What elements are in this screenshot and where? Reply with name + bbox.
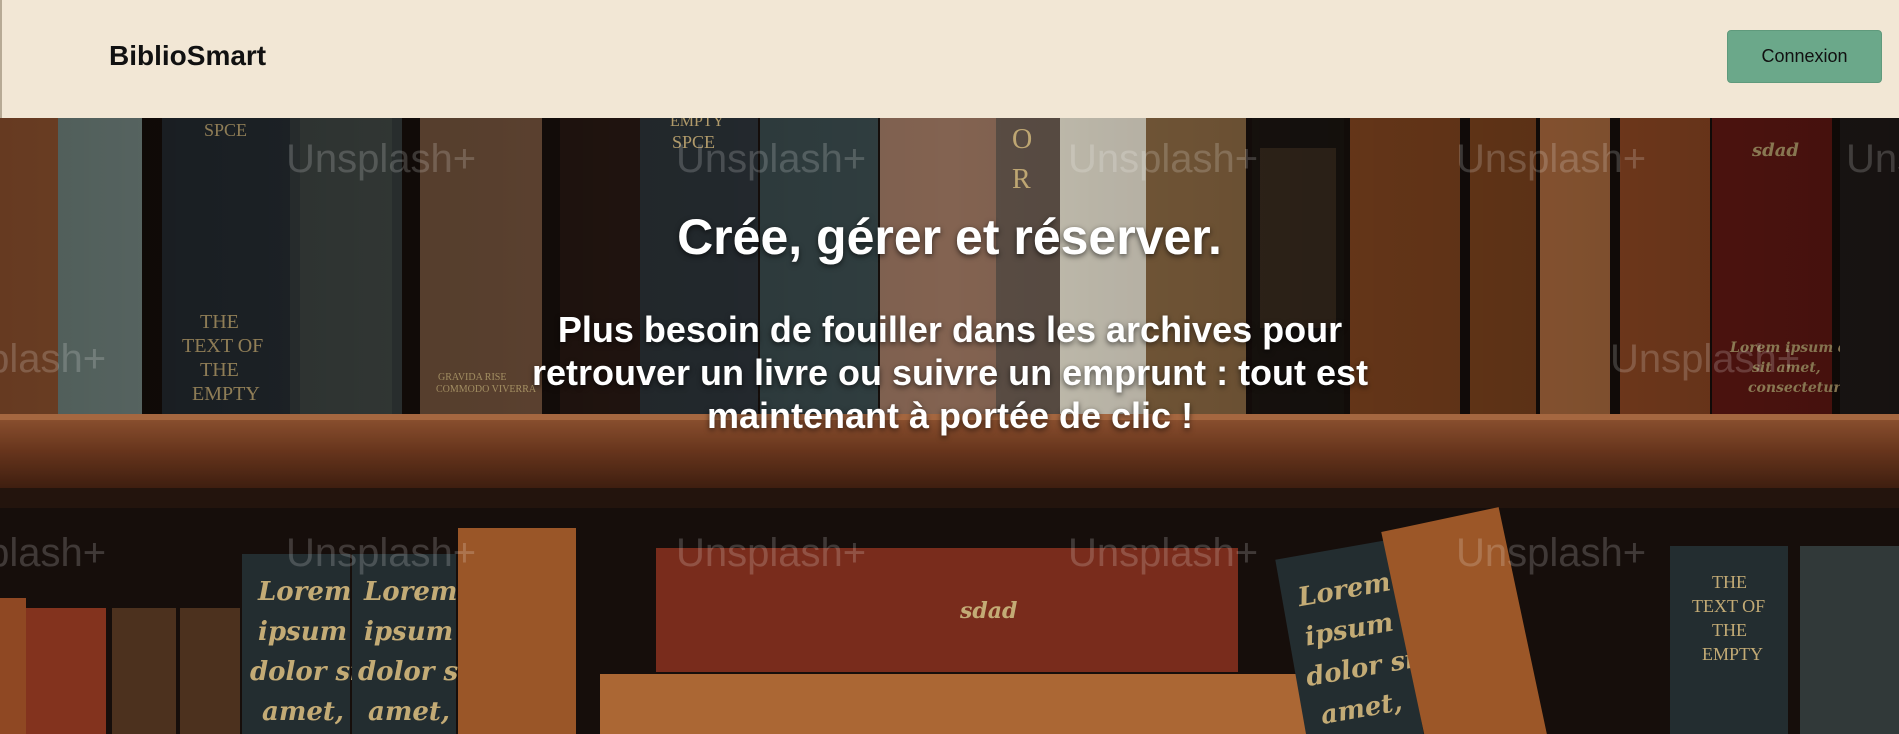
top-navbar: BiblioSmart Connexion bbox=[0, 0, 1899, 118]
svg-text:Unsplash+: Unsplash+ bbox=[1456, 531, 1646, 575]
hero-section: SPCE THE TEXT OF THE EMPTY GRAVIDA RISE … bbox=[0, 118, 1899, 734]
brand-logo[interactable]: BiblioSmart bbox=[109, 40, 266, 72]
hero-title: Crée, gérer et réserver. bbox=[677, 209, 1222, 265]
svg-text:Unsplash+: Unsplash+ bbox=[1456, 137, 1646, 181]
svg-text:Unsplash+: Unsplash+ bbox=[1846, 137, 1899, 181]
login-button[interactable]: Connexion bbox=[1727, 30, 1882, 83]
svg-text:Unsplash+: Unsplash+ bbox=[0, 337, 106, 381]
svg-text:Unsplash+: Unsplash+ bbox=[0, 531, 106, 575]
svg-text:Unsplash+: Unsplash+ bbox=[676, 531, 866, 575]
svg-text:Unsplash+: Unsplash+ bbox=[1610, 337, 1800, 381]
hero-subtitle: Plus besoin de fouiller dans les archive… bbox=[531, 309, 1369, 436]
svg-text:Unsplash+: Unsplash+ bbox=[1068, 137, 1258, 181]
svg-text:Unsplash+: Unsplash+ bbox=[286, 531, 476, 575]
svg-text:Unsplash+: Unsplash+ bbox=[676, 137, 866, 181]
svg-text:Unsplash+: Unsplash+ bbox=[286, 137, 476, 181]
svg-text:Unsplash+: Unsplash+ bbox=[1068, 531, 1258, 575]
